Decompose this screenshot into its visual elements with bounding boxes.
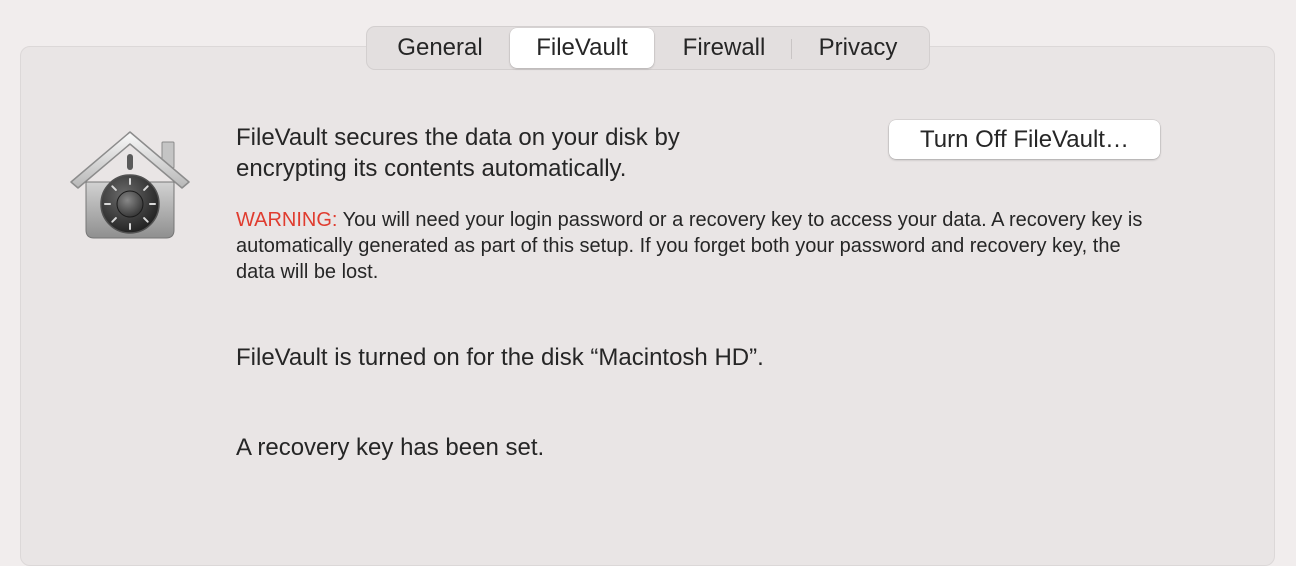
- vault-house-icon: [66, 126, 194, 244]
- preferences-tab-bar: General FileVault Firewall Privacy: [366, 26, 930, 70]
- tab-firewall[interactable]: Firewall: [657, 28, 791, 68]
- recovery-key-status: A recovery key has been set.: [236, 434, 545, 461]
- tab-privacy[interactable]: Privacy: [792, 28, 924, 68]
- warning-label: WARNING:: [236, 209, 338, 231]
- warning-message: WARNING: You will need your login passwo…: [236, 207, 1156, 285]
- tab-general[interactable]: General: [371, 28, 509, 68]
- filevault-description: FileVault secures the data on your disk …: [236, 124, 680, 182]
- filevault-status: FileVault is turned on for the disk “Mac…: [236, 344, 764, 371]
- turn-off-filevault-button[interactable]: Turn Off FileVault…: [889, 120, 1160, 159]
- warning-text: You will need your login password or a r…: [236, 209, 1143, 283]
- tab-filevault[interactable]: FileVault: [510, 28, 654, 68]
